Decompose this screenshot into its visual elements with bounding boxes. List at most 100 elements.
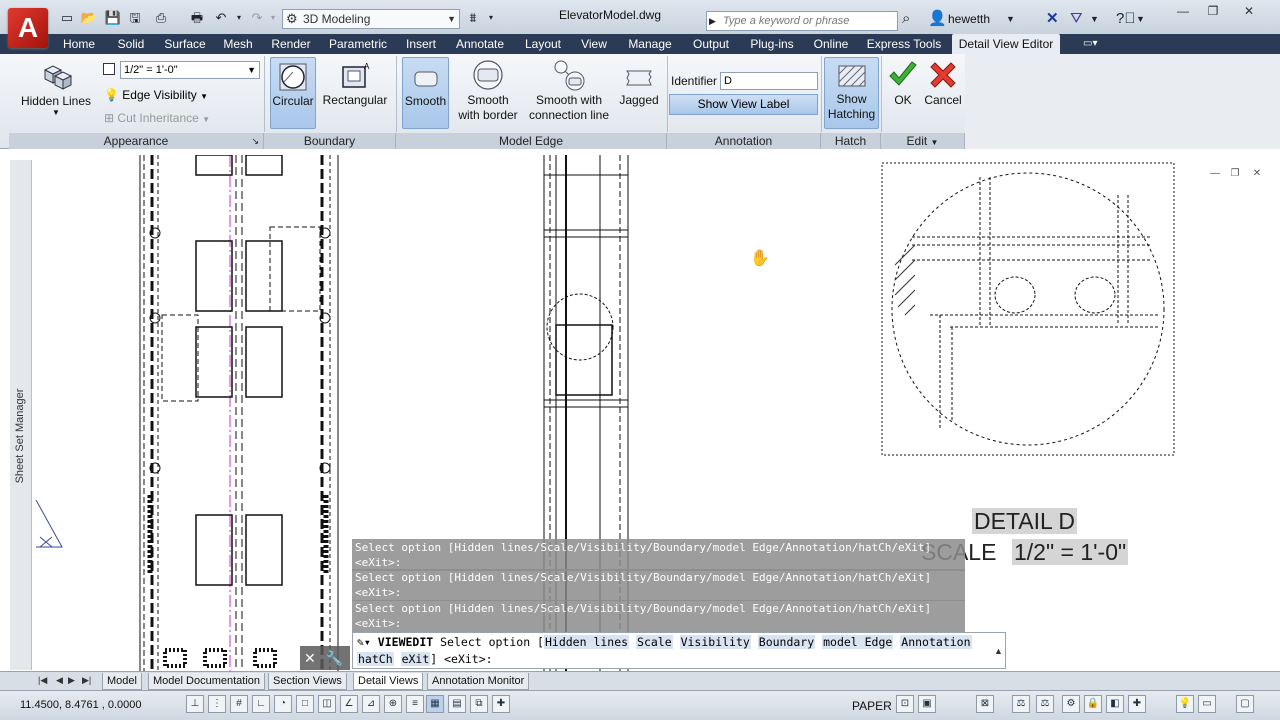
clean-screen-icon[interactable]: ▢: [1236, 695, 1254, 713]
option-model-edge[interactable]: model Edge: [822, 635, 894, 649]
option-exit[interactable]: eXit: [400, 652, 431, 666]
publish-icon[interactable]: ⎙: [152, 10, 170, 26]
save-icon[interactable]: 💾: [104, 10, 122, 26]
next-tab-icon[interactable]: ▶: [68, 675, 75, 686]
open-icon[interactable]: 📂: [80, 10, 98, 26]
workspace-select[interactable]: ⚙ 3D Modeling ▼: [282, 9, 460, 29]
hidden-lines-button[interactable]: Hidden Lines ▼: [18, 58, 94, 124]
show-view-label-button[interactable]: Show View Label: [669, 94, 818, 115]
scale-select[interactable]: 1/2" = 1'-0" ▼: [120, 61, 260, 79]
tab-annotate[interactable]: Annotate: [450, 34, 510, 54]
first-tab-icon[interactable]: |◀: [38, 675, 47, 686]
jagged-edge-button[interactable]: Jagged: [616, 57, 662, 129]
option-visibility[interactable]: Visibility: [679, 635, 751, 649]
coordinates-readout[interactable]: 11.4500, 8.4761 , 0.0000: [20, 699, 142, 711]
dynamic-input-icon[interactable]: ⊕: [384, 695, 402, 713]
tab-solid[interactable]: Solid: [110, 34, 152, 54]
dialog-launcher-icon[interactable]: ↘: [251, 133, 259, 149]
command-history-scroll-icon[interactable]: ▲: [994, 646, 1003, 656]
command-icon[interactable]: ✎▾: [357, 635, 371, 649]
annotation-scale-icon[interactable]: ⚖: [1012, 695, 1030, 713]
tab-render[interactable]: Render: [266, 34, 316, 54]
polar-tracking-icon[interactable]: ◔: [274, 695, 292, 713]
option-boundary[interactable]: Boundary: [757, 635, 816, 649]
tab-manage[interactable]: Manage: [620, 34, 680, 54]
viewport-restore-icon[interactable]: ❐: [1228, 168, 1242, 180]
circular-boundary-button[interactable]: Circular: [270, 57, 316, 129]
show-hatching-button[interactable]: Show Hatching: [824, 57, 879, 129]
tab-mesh[interactable]: Mesh: [218, 34, 258, 54]
isolate-objects-icon[interactable]: ◧: [1106, 695, 1124, 713]
application-menu-button[interactable]: A: [8, 8, 48, 48]
minimize-window-button[interactable]: —: [1168, 2, 1198, 20]
grid-display-icon[interactable]: #: [230, 695, 248, 713]
tab-layout[interactable]: Layout: [518, 34, 568, 54]
layout-tab-annotation-monitor[interactable]: Annotation Monitor: [427, 673, 530, 690]
close-window-button[interactable]: ✕: [1234, 2, 1264, 20]
ortho-mode-icon[interactable]: ∟: [252, 695, 270, 713]
status-menu-icon[interactable]: ▭: [1198, 695, 1216, 713]
layout-tab-model[interactable]: Model: [102, 673, 142, 690]
print-icon[interactable]: 🖶: [188, 10, 206, 26]
restore-window-button[interactable]: ❐: [1198, 2, 1228, 20]
3d-object-snap-icon[interactable]: ◫: [318, 695, 336, 713]
transparency-icon[interactable]: ▦: [426, 695, 444, 713]
save-as-icon[interactable]: 🖫: [126, 10, 144, 26]
quick-view-layouts-icon[interactable]: ⊡: [896, 695, 914, 713]
option-annotation[interactable]: Annotation: [900, 635, 972, 649]
rectangular-boundary-button[interactable]: A Rectangular: [320, 57, 390, 129]
cut-inheritance-button[interactable]: ⊞ Cut Inheritance ▼: [104, 109, 210, 127]
paper-space-toggle[interactable]: PAPER: [852, 699, 892, 713]
layout-tab-section-views[interactable]: Section Views: [268, 673, 347, 690]
smooth-with-border-button[interactable]: Smooth with border: [455, 57, 521, 129]
hardware-acceleration-icon[interactable]: ✚: [1128, 695, 1146, 713]
detail-scale-value[interactable]: 1/2" = 1'-0": [1012, 539, 1129, 565]
prev-tab-icon[interactable]: ◀: [56, 675, 63, 686]
help-icon[interactable]: ?⃝: [1116, 10, 1136, 28]
lineweight-icon[interactable]: ≡: [406, 695, 424, 713]
user-dropdown-icon[interactable]: ▼: [1006, 10, 1015, 28]
edge-visibility-button[interactable]: 💡 Edge Visibility ▼: [104, 86, 208, 104]
tab-express-tools[interactable]: Express Tools: [862, 34, 946, 54]
quick-view-drawings-icon[interactable]: ▣: [918, 695, 936, 713]
cancel-button[interactable]: Cancel: [922, 57, 964, 129]
option-hidden-lines[interactable]: Hidden lines: [543, 635, 630, 649]
command-line-input[interactable]: ✎▾ VIEWEDIT Select option [Hidden lines …: [352, 632, 1006, 669]
option-hatch[interactable]: hatCh: [357, 652, 394, 666]
viewport-minimize-icon[interactable]: —: [1208, 168, 1222, 180]
ok-button[interactable]: OK: [884, 57, 922, 129]
search-input[interactable]: ▶ Type a keyword or phrase: [706, 11, 898, 31]
panel-title-edit[interactable]: Edit ▼: [881, 133, 965, 149]
wrench-icon[interactable]: 🔧: [326, 650, 343, 666]
lock-icon[interactable]: 🔒: [1084, 695, 1102, 713]
layout-tab-model-documentation[interactable]: Model Documentation: [148, 673, 266, 690]
annotation-monitor-icon[interactable]: ✚: [492, 695, 510, 713]
tab-detail-view-editor[interactable]: Detail View Editor: [952, 34, 1060, 54]
identifier-input[interactable]: D: [720, 72, 818, 90]
tab-plug-ins[interactable]: Plug-ins: [742, 34, 802, 54]
object-snap-tracking-icon[interactable]: ∠: [340, 695, 358, 713]
tab-output[interactable]: Output: [688, 34, 734, 54]
undo-icon[interactable]: ↶: [212, 10, 230, 26]
new-icon[interactable]: ▭: [58, 10, 76, 26]
exchange-icon[interactable]: ✕: [1046, 10, 1059, 28]
tab-surface[interactable]: Surface: [160, 34, 210, 54]
layer-icon[interactable]: ⩩: [464, 10, 482, 26]
close-icon[interactable]: ✕: [304, 650, 316, 666]
tab-home[interactable]: Home: [56, 34, 102, 54]
quick-properties-icon[interactable]: ▤: [448, 695, 466, 713]
dynamic-ucs-icon[interactable]: ⊿: [362, 695, 380, 713]
lightbulb-icon[interactable]: 💡: [1176, 695, 1194, 713]
undo-dropdown-icon[interactable]: ▾: [230, 10, 248, 26]
smooth-with-connection-line-button[interactable]: Smooth with connection line: [524, 57, 614, 129]
viewport-close-icon[interactable]: ✕: [1250, 168, 1264, 180]
layout-tab-detail-views[interactable]: Detail Views: [353, 673, 424, 690]
tab-online[interactable]: Online: [808, 34, 854, 54]
tab-view[interactable]: View: [576, 34, 612, 54]
option-scale[interactable]: Scale: [636, 635, 673, 649]
annotation-visibility-icon[interactable]: ⚖: [1036, 695, 1054, 713]
smooth-edge-button[interactable]: Smooth: [402, 57, 449, 129]
online-dropdown-icon[interactable]: ▼: [1090, 10, 1099, 28]
maximize-viewport-icon[interactable]: ⊠: [976, 695, 994, 713]
workspace-switching-icon[interactable]: ⚙: [1062, 695, 1080, 713]
